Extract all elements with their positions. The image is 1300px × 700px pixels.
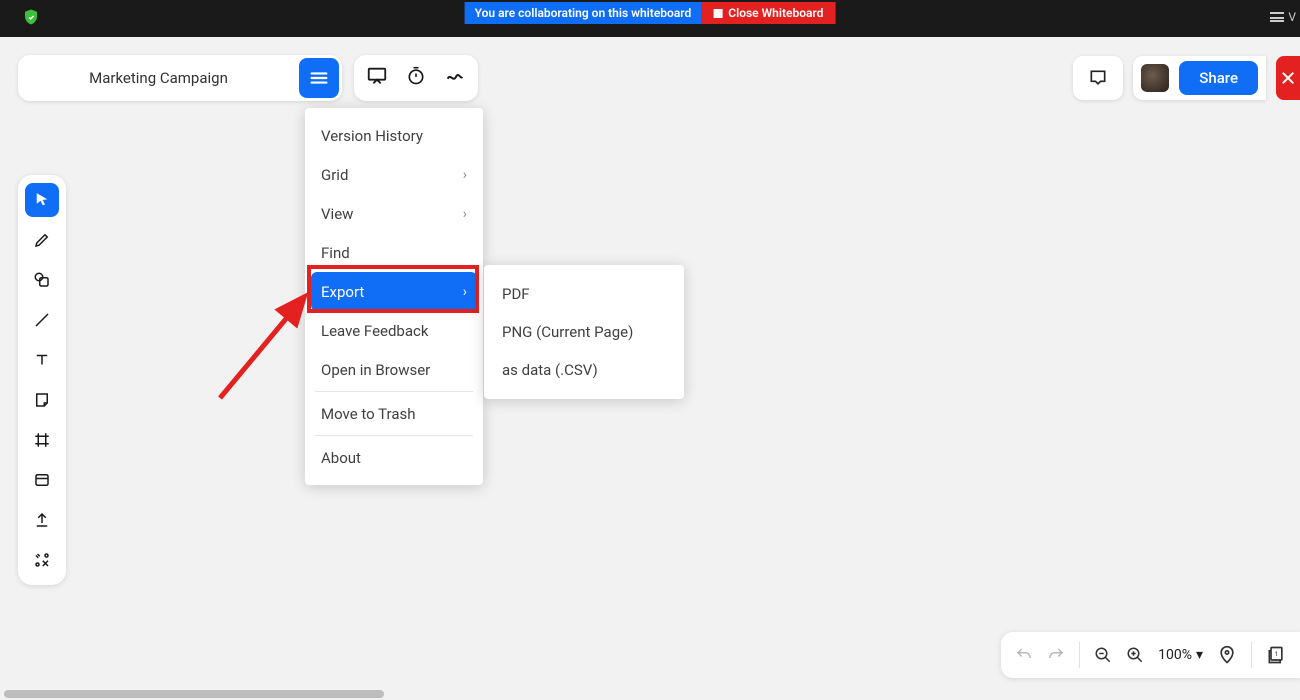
main-dropdown-menu: Version History Grid› View› Find Export›… (305, 108, 483, 485)
export-pdf[interactable]: PDF (484, 275, 684, 313)
left-toolbar (18, 175, 66, 585)
collaboration-banner: You are collaborating on this whiteboard… (465, 2, 836, 24)
export-submenu: PDF PNG (Current Page) as data (.CSV) (484, 265, 684, 399)
title-bar: Marketing Campaign (18, 55, 342, 101)
table-tool[interactable] (25, 463, 59, 497)
menu-view[interactable]: View› (305, 194, 483, 233)
shapes-tool[interactable] (25, 263, 59, 297)
menu-leave-feedback[interactable]: Leave Feedback (305, 311, 483, 350)
close-panel-button[interactable] (1276, 56, 1300, 100)
timer-icon[interactable] (406, 66, 426, 90)
top-tool-pill (354, 55, 478, 101)
top-system-bar: You are collaborating on this whiteboard… (0, 0, 1300, 37)
menu-open-browser[interactable]: Open in Browser (305, 350, 483, 389)
user-avatar[interactable] (1141, 64, 1169, 92)
menu-move-trash[interactable]: Move to Trash (305, 394, 483, 433)
line-tool[interactable] (25, 303, 59, 337)
undo-button[interactable] (1015, 646, 1033, 664)
zoom-in-button[interactable] (1126, 646, 1144, 664)
zoom-out-button[interactable] (1094, 646, 1112, 664)
view-toggle[interactable]: V (1270, 10, 1296, 24)
columns-icon (1270, 12, 1284, 22)
cursor-tool[interactable] (25, 183, 59, 217)
main-menu-button[interactable] (299, 58, 339, 98)
right-header-cluster: Share (1073, 55, 1300, 101)
text-tool[interactable] (25, 343, 59, 377)
menu-grid[interactable]: Grid› (305, 155, 483, 194)
scribble-icon[interactable] (444, 65, 466, 91)
svg-text:1: 1 (1275, 650, 1279, 658)
present-icon[interactable] (366, 65, 388, 91)
separator (1251, 642, 1252, 668)
scrollbar-thumb[interactable] (4, 690, 384, 698)
chevron-right-icon: › (463, 167, 467, 183)
pen-tool[interactable] (25, 223, 59, 257)
bottom-status-bar: 100%▾ 1 (1001, 632, 1300, 678)
stop-icon (713, 9, 722, 18)
menu-separator (315, 391, 473, 392)
note-tool[interactable] (25, 383, 59, 417)
export-png[interactable]: PNG (Current Page) (484, 313, 684, 351)
pages-button[interactable]: 1 (1266, 645, 1286, 665)
share-button[interactable]: Share (1179, 61, 1258, 95)
close-whiteboard-button[interactable]: Close Whiteboard (701, 2, 835, 24)
minimap-button[interactable] (1217, 645, 1237, 665)
export-csv[interactable]: as data (.CSV) (484, 351, 684, 389)
menu-export[interactable]: Export› (311, 272, 477, 311)
share-cluster: Share (1133, 56, 1266, 100)
frame-tool[interactable] (25, 423, 59, 457)
caret-down-icon: ▾ (1196, 647, 1203, 663)
close-whiteboard-label: Close Whiteboard (728, 6, 823, 20)
more-tools[interactable] (25, 543, 59, 577)
menu-version-history[interactable]: Version History (305, 116, 483, 155)
menu-find[interactable]: Find (305, 233, 483, 272)
zoom-level[interactable]: 100%▾ (1158, 647, 1203, 663)
chevron-right-icon: › (463, 284, 467, 300)
menu-separator (315, 435, 473, 436)
chevron-right-icon: › (463, 206, 467, 222)
board-title[interactable]: Marketing Campaign (18, 69, 299, 87)
comments-button[interactable] (1073, 56, 1123, 100)
collab-message: You are collaborating on this whiteboard (465, 2, 702, 24)
menu-about[interactable]: About (305, 438, 483, 477)
upload-tool[interactable] (25, 503, 59, 537)
separator (1079, 642, 1080, 668)
shield-icon (22, 8, 40, 30)
redo-button[interactable] (1047, 646, 1065, 664)
horizontal-scrollbar[interactable] (0, 688, 780, 700)
